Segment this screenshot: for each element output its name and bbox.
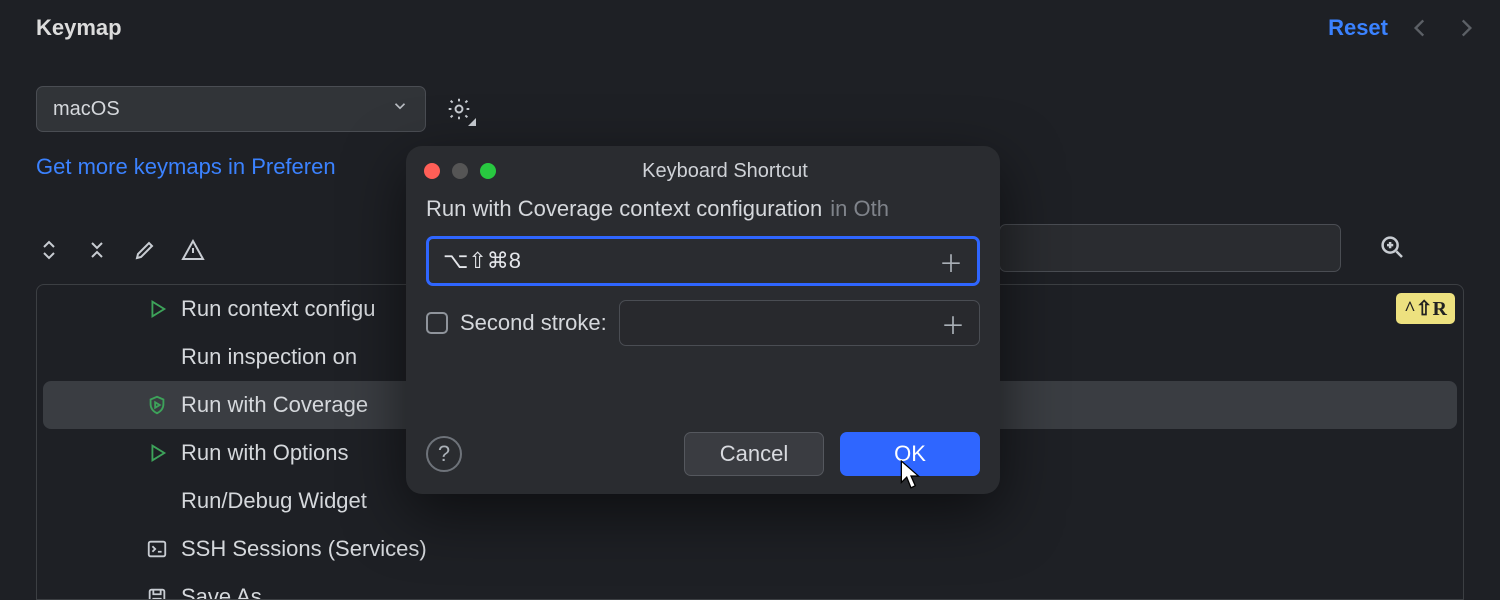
warning-icon[interactable] [180,237,206,263]
blank-icon [145,489,169,513]
tree-item-label: Run/Debug Widget [181,488,367,514]
tree-item-ssh-sessions[interactable]: SSH Sessions (Services) [37,525,1463,573]
keymap-select-value: macOS [53,98,120,121]
reset-link[interactable]: Reset [1328,15,1388,41]
keyboard-shortcut-dialog: Keyboard Shortcut Run with Coverage cont… [406,146,1000,494]
ok-button[interactable]: OK [840,432,980,476]
tree-item-label: Run with Options [181,440,349,466]
window-close-icon[interactable] [424,163,440,179]
cancel-button[interactable]: Cancel [684,432,824,476]
first-stroke-value: ⌥⇧⌘8 [443,248,521,274]
second-stroke-checkbox[interactable] [426,312,448,334]
edit-icon[interactable] [132,237,158,263]
dialog-title: Keyboard Shortcut [488,160,962,183]
collapse-all-icon[interactable] [84,237,110,263]
play-icon [145,441,169,465]
blank-icon [145,345,169,369]
nav-forward-icon[interactable] [1452,14,1480,42]
page-title: Keymap [36,15,122,41]
shield-icon [145,393,169,417]
window-minimize-icon [452,163,468,179]
tree-item-label: Run context configu [181,296,375,322]
add-stroke-icon[interactable]: ＋ [939,244,963,279]
first-stroke-input[interactable]: ⌥⇧⌘8 ＋ [426,236,980,286]
search-input[interactable] [999,224,1341,272]
second-stroke-label: Second stroke: [460,310,607,336]
tree-item-label: Run with Coverage [181,392,368,418]
keymap-select[interactable]: macOS [36,86,426,132]
gear-icon[interactable] [444,94,474,124]
tree-item-label: SSH Sessions (Services) [181,536,427,562]
play-icon [145,297,169,321]
tree-item-label: Run inspection on [181,344,357,370]
get-more-keymaps-link[interactable]: Get more keymaps in Preferen [36,154,336,180]
help-button[interactable]: ? [426,436,462,472]
chevron-down-icon [391,97,409,121]
tree-item-save-as[interactable]: Save As [37,573,1463,600]
find-by-shortcut-icon[interactable] [1377,232,1407,262]
dialog-action-name: Run with Coverage context configuration … [406,196,1000,222]
expand-collapse-icon[interactable] [36,237,62,263]
second-stroke-input[interactable]: ＋ [619,300,980,346]
terminal-icon [145,537,169,561]
save-icon [145,585,169,600]
tree-item-label: Save As [181,584,262,600]
nav-back-icon[interactable] [1406,14,1434,42]
add-stroke-icon[interactable]: ＋ [941,306,965,341]
